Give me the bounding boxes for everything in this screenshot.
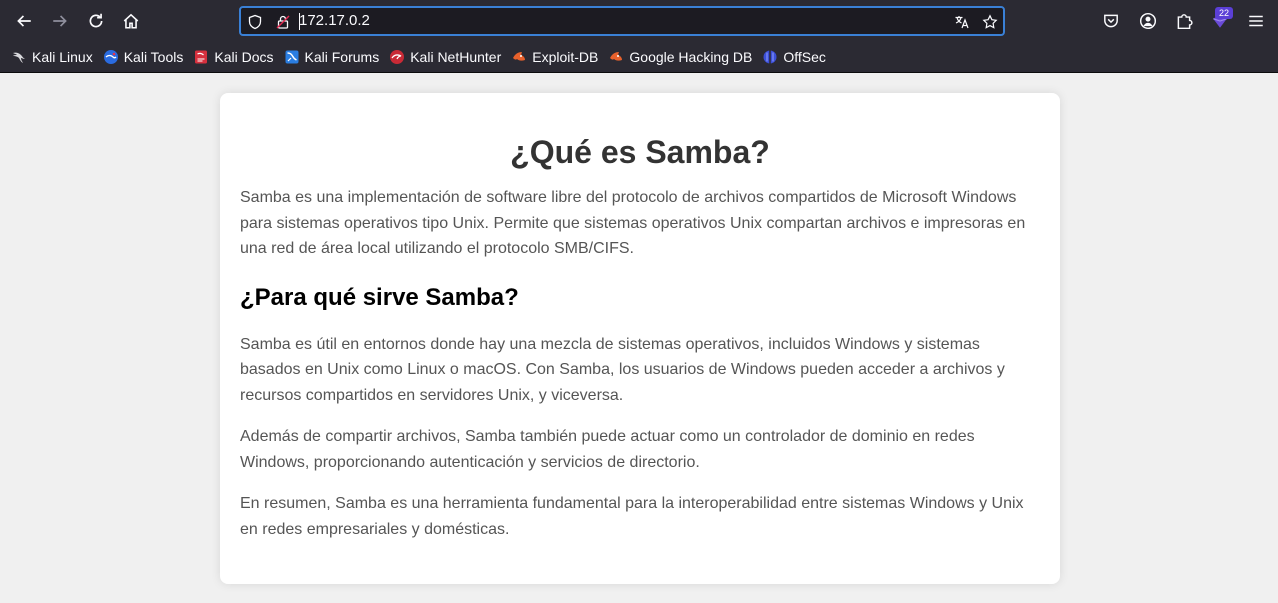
exploit-db-icon (511, 49, 527, 65)
back-arrow-icon (17, 15, 31, 27)
tracking-protection-icon[interactable] (246, 13, 264, 31)
bookmark-label: Kali Forums (304, 49, 380, 65)
pocket-button[interactable] (1099, 9, 1123, 33)
bookmark-label: Exploit-DB (532, 49, 599, 65)
page-viewport: ¿Qué es Samba? Samba es una implementaci… (0, 73, 1278, 603)
url-input[interactable]: 172.17.0.2 (299, 12, 370, 30)
bookmark-label: OffSec (783, 49, 826, 65)
forward-arrow-icon (53, 15, 67, 27)
bookmark-label: Kali Docs (214, 49, 274, 65)
account-icon (1139, 12, 1157, 30)
bookmark-kali-docs[interactable]: Kali Docs (193, 45, 274, 69)
paragraph-usage: Samba es útil en entornos donde hay una … (240, 335, 1005, 404)
browser-chrome: 172.17.0.2 22 Kali Linux Kali Tools Kali… (0, 0, 1278, 73)
bookmarks-toolbar: Kali Linux Kali Tools Kali Docs Kali For… (0, 44, 1278, 70)
url-bar[interactable]: 172.17.0.2 (239, 6, 1005, 36)
insecure-lock-icon[interactable] (274, 13, 292, 31)
offsec-icon (762, 49, 778, 65)
content-card: ¿Qué es Samba? Samba es una implementaci… (220, 93, 1060, 584)
bookmark-label: Google Hacking DB (629, 49, 753, 65)
bookmark-kali-forums[interactable]: Kali Forums (284, 45, 380, 69)
home-button[interactable] (119, 9, 143, 33)
home-icon (123, 13, 139, 29)
kali-docs-icon (193, 49, 209, 65)
bookmark-offsec[interactable]: OffSec (762, 45, 826, 69)
navigation-toolbar: 172.17.0.2 22 (0, 0, 1278, 42)
back-button[interactable] (12, 9, 36, 33)
reload-icon (89, 13, 103, 28)
section-heading: ¿Para qué sirve Samba? (240, 283, 519, 311)
bookmark-label: Kali Tools (123, 49, 184, 65)
kali-nethunter-icon (389, 49, 405, 65)
kali-forums-icon (284, 49, 300, 65)
kali-tools-icon (103, 49, 119, 65)
extensions-button[interactable] (1172, 9, 1196, 33)
bookmark-google-hacking-db[interactable]: Google Hacking DB (608, 45, 752, 69)
puzzle-icon (1177, 14, 1193, 30)
reload-button[interactable] (84, 9, 108, 33)
bookmark-kali-tools[interactable]: Kali Tools (103, 45, 184, 69)
bookmark-label: Kali NetHunter (410, 49, 502, 65)
page-title: ¿Qué es Samba? (510, 134, 770, 170)
extension-badge: 22 (1215, 7, 1233, 19)
bookmark-label: Kali Linux (32, 49, 93, 65)
forward-button[interactable] (48, 9, 72, 33)
kali-dragon-icon (11, 49, 27, 65)
bookmark-star-icon[interactable] (981, 13, 999, 31)
paragraph-domain-controller: Además de compartir archivos, Samba tamb… (240, 428, 975, 471)
account-button[interactable] (1136, 9, 1160, 33)
bookmark-kali-linux[interactable]: Kali Linux (11, 45, 93, 69)
text-caret (299, 13, 300, 30)
ghdb-icon (608, 49, 624, 65)
hamburger-menu-icon (1249, 15, 1263, 27)
url-text: 172.17.0.2 (299, 12, 370, 29)
bookmark-exploit-db[interactable]: Exploit-DB (511, 45, 598, 69)
bookmark-kali-nethunter[interactable]: Kali NetHunter (389, 45, 501, 69)
pocket-icon (1104, 14, 1118, 28)
paragraph-summary: En resumen, Samba es una herramienta fun… (240, 495, 1024, 538)
translate-icon[interactable] (953, 13, 971, 31)
menu-button[interactable] (1244, 9, 1268, 33)
intro-paragraph: Samba es una implementación de software … (240, 189, 1026, 257)
